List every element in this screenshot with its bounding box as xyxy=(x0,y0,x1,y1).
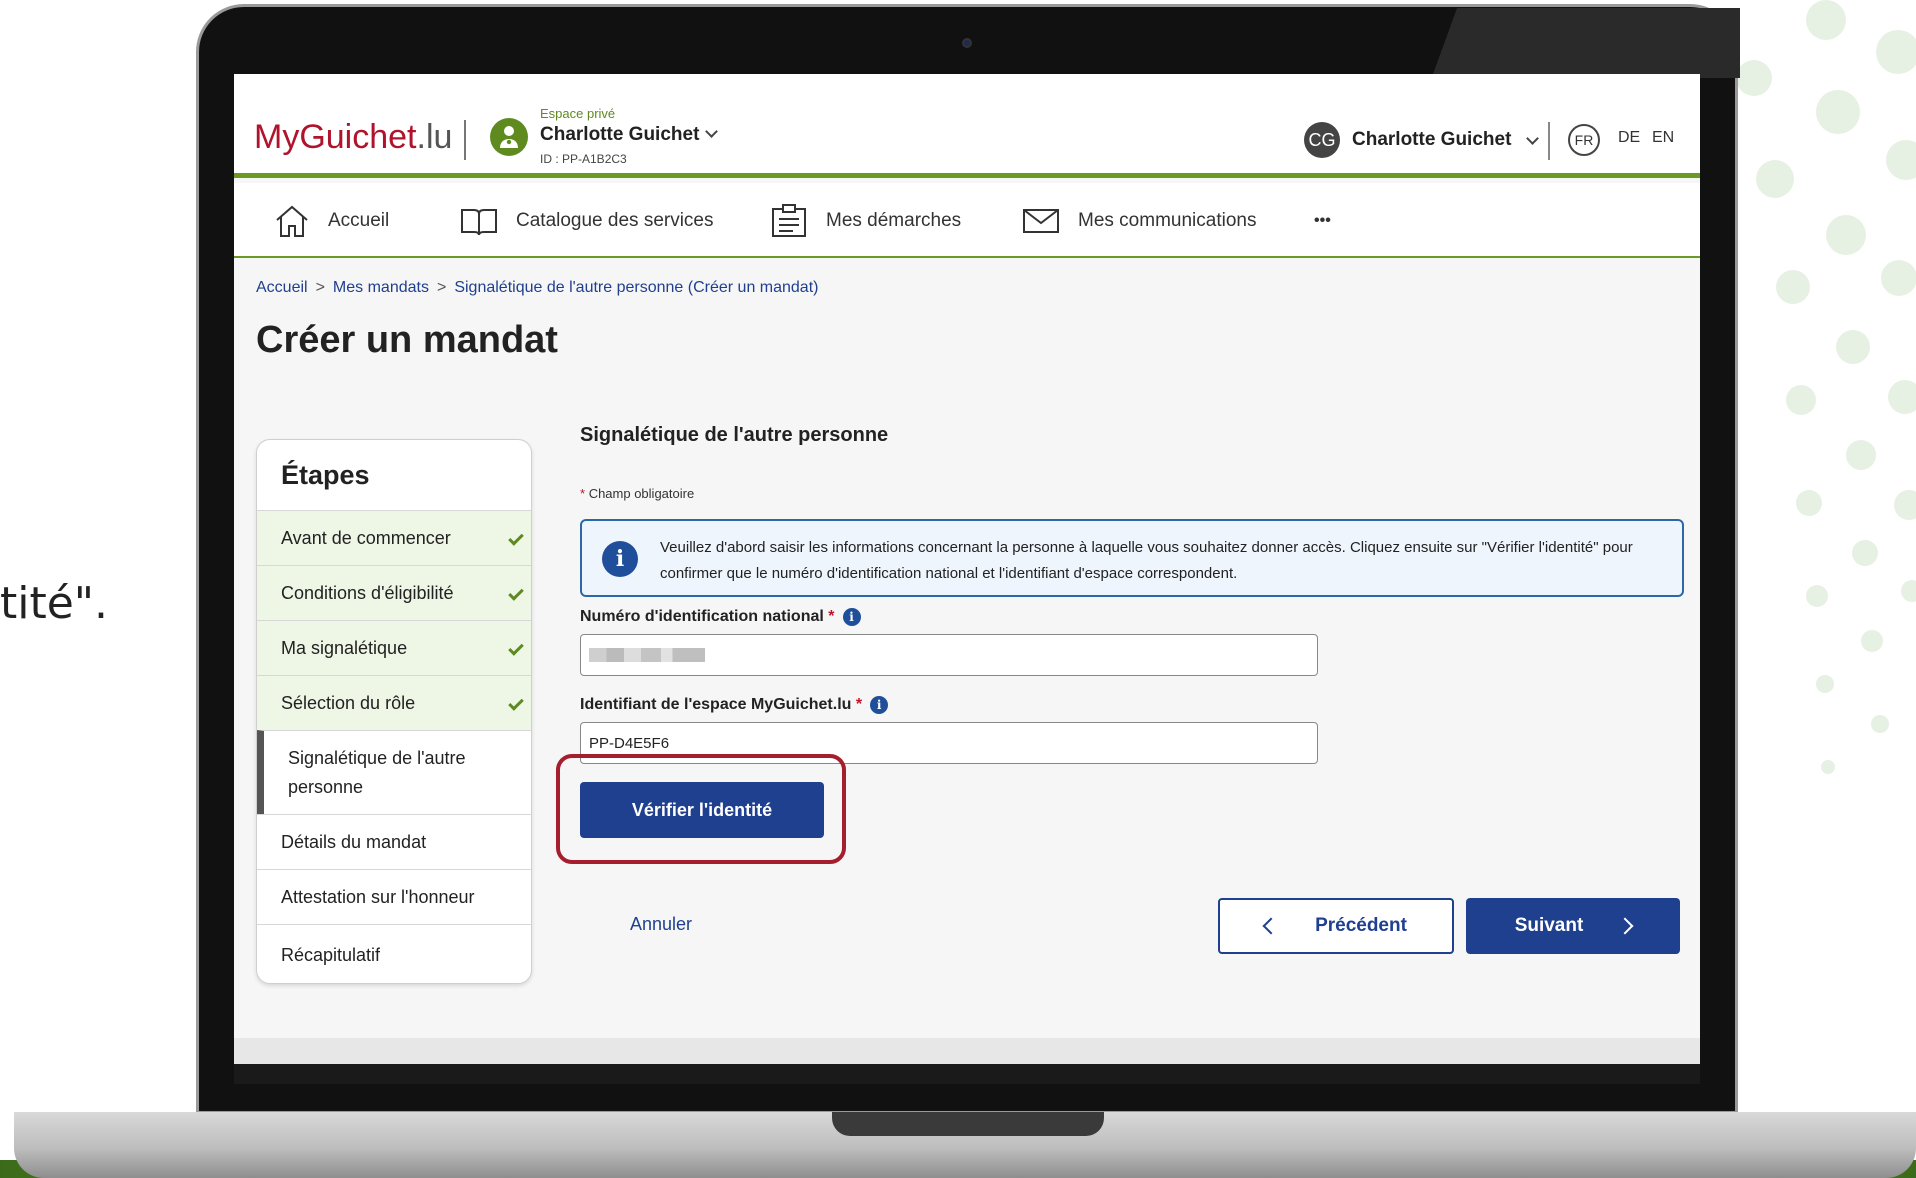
step-label: Conditions d'éligibilité xyxy=(281,582,454,603)
header-divider-2 xyxy=(1548,122,1550,160)
next-label: Suivant xyxy=(1514,915,1584,936)
step-item: Récapitulatif xyxy=(257,924,531,983)
nav-home[interactable]: Accueil xyxy=(274,183,389,258)
header-divider xyxy=(464,120,466,160)
steps-title: Étapes xyxy=(281,460,370,490)
check-icon xyxy=(508,640,524,656)
clipboard-icon xyxy=(772,203,806,237)
section-title: Signalétique de l'autre personne xyxy=(580,424,889,446)
step-label: Récapitulatif xyxy=(281,944,381,965)
screen-bottom xyxy=(234,1064,1700,1084)
cancel-link[interactable]: Annuler xyxy=(630,914,692,935)
previous-label: Précédent xyxy=(1315,915,1407,936)
breadcrumb-current[interactable]: Signalétique de l'autre personne (Créer … xyxy=(454,279,818,296)
verify-identity-button[interactable]: Vérifier l'identité xyxy=(580,782,824,838)
breadcrumb-home[interactable]: Accueil xyxy=(256,279,308,296)
screen: MyGuichet.lu Espace privé Charlotte Guic… xyxy=(234,74,1700,1064)
space-id: ID : PP-A1B2C3 xyxy=(540,152,627,166)
envelope-icon xyxy=(1023,208,1059,233)
step-label: Détails du mandat xyxy=(281,831,427,852)
main-nav: Accueil Catalogue des services Mes démar… xyxy=(234,183,1700,258)
logo[interactable]: MyGuichet.lu xyxy=(254,118,452,157)
book-icon xyxy=(461,208,497,235)
required-note-text: Champ obligatoire xyxy=(588,486,695,501)
nav-communications-label: Mes communications xyxy=(1078,209,1257,231)
national-id-label-text: Numéro d'identification national xyxy=(580,608,824,625)
step-label: Sélection du rôle xyxy=(281,692,416,713)
check-icon xyxy=(508,585,524,601)
nav-catalogue-label: Catalogue des services xyxy=(516,209,714,231)
required-star: * xyxy=(580,486,586,501)
space-name: Charlotte Guichet xyxy=(540,124,700,145)
step-label: Ma signalétique xyxy=(281,637,408,658)
lang-de[interactable]: DE xyxy=(1618,129,1640,147)
nav-procedures-label: Mes démarches xyxy=(826,209,962,231)
lang-fr[interactable]: FR xyxy=(1568,124,1600,156)
required-star: * xyxy=(828,608,835,625)
breadcrumb-separator: > xyxy=(315,279,325,296)
info-icon[interactable]: i xyxy=(842,608,861,626)
person-icon xyxy=(490,118,528,156)
camera-icon xyxy=(962,38,972,48)
side-caption: tité". xyxy=(0,578,109,629)
nav-communications[interactable]: Mes communications xyxy=(1022,183,1256,258)
step-item-current: Signalétique de l'autre personne xyxy=(257,730,531,814)
chevron-left-icon xyxy=(1262,917,1280,935)
site-header: MyGuichet.lu Espace privé Charlotte Guic… xyxy=(234,74,1700,178)
space-id-label: Identifiant de l'espace MyGuichet.lu * i xyxy=(580,696,889,714)
screen-footer xyxy=(234,1038,1700,1064)
steps-panel: Étapes Avant de commencer Conditions d'é… xyxy=(256,439,532,984)
nav-home-label: Accueil xyxy=(328,209,390,231)
breadcrumb-separator: > xyxy=(436,279,447,296)
chevron-right-icon xyxy=(1616,917,1634,935)
info-box: i Veuillez d'abord saisir les informatio… xyxy=(580,519,1684,597)
nav-catalogue[interactable]: Catalogue des services xyxy=(460,183,714,258)
step-item[interactable]: Sélection du rôle xyxy=(257,675,531,730)
space-switcher[interactable]: Charlotte Guichet xyxy=(540,124,719,146)
required-star: * xyxy=(855,696,863,713)
national-id-label: Numéro d'identification national * i xyxy=(580,608,861,626)
lang-en[interactable]: EN xyxy=(1652,129,1674,147)
national-id-input[interactable] xyxy=(580,634,1318,676)
home-icon xyxy=(276,205,308,237)
step-item: Détails du mandat xyxy=(257,814,531,869)
step-label: Avant de commencer xyxy=(281,527,451,548)
step-item[interactable]: Conditions d'éligibilité xyxy=(257,565,531,620)
step-item: Attestation sur l'honneur xyxy=(257,869,531,924)
nav-procedures[interactable]: Mes démarches xyxy=(770,183,961,258)
breadcrumb: Accueil > Mes mandats > Signalétique de l'au… xyxy=(256,279,818,297)
check-icon xyxy=(508,530,524,546)
info-icon: i xyxy=(602,541,638,577)
chevron-down-icon[interactable] xyxy=(1520,132,1539,152)
logo-main: MyGuichet xyxy=(254,118,417,156)
check-icon xyxy=(508,695,524,711)
previous-button[interactable]: Précédent xyxy=(1218,898,1454,954)
step-label: Attestation sur l'honneur xyxy=(281,886,475,907)
info-text: Veuillez d'abord saisir les informations… xyxy=(660,539,1633,582)
blurred-value xyxy=(589,648,705,662)
chevron-down-icon xyxy=(705,125,719,138)
next-button[interactable]: Suivant xyxy=(1466,898,1680,954)
step-item[interactable]: Ma signalétique xyxy=(257,620,531,675)
step-label: Signalétique de l'autre personne xyxy=(288,747,466,797)
space-label: Espace privé xyxy=(540,106,616,121)
logo-suffix: .lu xyxy=(416,118,453,156)
space-id-value: PP-D4E5F6 xyxy=(589,734,670,752)
space-id-label-text: Identifiant de l'espace MyGuichet.lu xyxy=(580,696,852,713)
breadcrumb-mandates[interactable]: Mes mandats xyxy=(333,279,429,296)
page-title: Créer un mandat xyxy=(256,319,558,361)
step-item[interactable]: Avant de commencer xyxy=(257,510,531,565)
avatar[interactable]: CG xyxy=(1304,122,1340,158)
required-note: * Champ obligatoire xyxy=(580,486,694,501)
info-icon[interactable]: i xyxy=(870,696,889,714)
laptop-notch xyxy=(832,1112,1104,1136)
bezel-glare xyxy=(1380,8,1740,78)
more-icon[interactable]: ••• xyxy=(1314,183,1331,258)
user-menu[interactable]: Charlotte Guichet xyxy=(1352,129,1511,151)
